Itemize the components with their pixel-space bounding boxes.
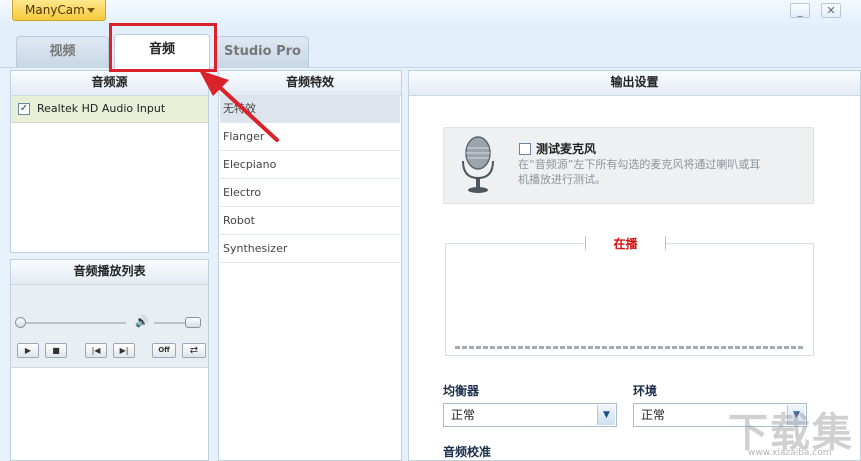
live-box-border-right [666, 243, 814, 244]
tab-video[interactable]: 视频 [16, 36, 109, 68]
annotation-arrow-icon [199, 70, 279, 142]
equalizer-value: 正常 [451, 408, 476, 422]
mic-test-description: 在“音频源”左下所有勾选的麦克风将通过喇叭或耳 机播放进行测试。 [518, 157, 808, 187]
audio-source-label: Realtek HD Audio Input [37, 102, 166, 115]
live-label: 在播 [613, 237, 638, 251]
output-settings-header: 输出设置 [409, 71, 860, 96]
environment-label: 环境 [633, 384, 658, 398]
stop-icon[interactable]: ■ [45, 343, 67, 358]
audio-source-item[interactable]: ✓ Realtek HD Audio Input [11, 96, 208, 123]
chevron-down-icon [87, 8, 95, 13]
effect-item-elecpiano[interactable]: Elecpiano [220, 151, 400, 179]
live-tick-right [665, 236, 666, 250]
loop-off-button[interactable]: Off [152, 343, 176, 358]
previous-icon[interactable]: |◀ [85, 343, 107, 358]
audio-source-header: 音频源 [11, 71, 208, 96]
calibration-label: 音频校准 [443, 445, 492, 459]
effect-item-robot[interactable]: Robot [220, 207, 400, 235]
mic-test-checkbox[interactable] [519, 143, 531, 155]
chevron-down-icon: ▼ [597, 405, 615, 425]
volume-slider-handle[interactable] [185, 317, 201, 328]
player-controls-area [11, 285, 208, 368]
effect-item-synthesizer[interactable]: Synthesizer [220, 235, 400, 263]
tab-studio-pro[interactable]: Studio Pro [216, 36, 309, 68]
environment-value: 正常 [641, 408, 666, 422]
live-box-border-left [445, 243, 585, 244]
volume-icon: 🔊 [135, 315, 149, 328]
equalizer-label: 均衡器 [443, 384, 480, 398]
app-menu-button[interactable]: ManyCam [12, 0, 106, 21]
seek-slider-handle[interactable] [15, 317, 26, 328]
mic-test-desc-line-2: 机播放进行测试。 [518, 173, 606, 186]
seek-slider-track[interactable] [18, 322, 126, 324]
app-menu-label: ManyCam [25, 3, 85, 17]
audio-source-panel: 音频源 ✓ Realtek HD Audio Input [10, 70, 209, 253]
live-monitor-box [445, 243, 814, 356]
shuffle-icon[interactable]: ⇄ [182, 343, 206, 358]
close-button[interactable]: ✕ [821, 3, 841, 18]
effect-item-electro[interactable]: Electro [220, 179, 400, 207]
microphone-icon [462, 136, 494, 193]
annotation-highlight-box [109, 23, 217, 72]
audio-level-meter [455, 346, 805, 349]
checkbox-checked-icon[interactable]: ✓ [18, 103, 30, 115]
minimize-button[interactable]: _ [790, 3, 810, 18]
watermark-url: www.xiazaiba.com [748, 448, 832, 458]
mic-test-desc-line-1: 在“音频源”左下所有勾选的麦克风将通过喇叭或耳 [518, 158, 761, 171]
play-icon[interactable]: ▶ [17, 343, 39, 358]
next-icon[interactable]: ▶| [113, 343, 135, 358]
audio-playlist-header: 音频播放列表 [11, 260, 208, 285]
mic-test-label: 测试麦克风 [536, 142, 597, 156]
loop-off-label: Off [158, 346, 170, 354]
audio-playlist-panel: 音频播放列表 [10, 259, 209, 461]
equalizer-select[interactable]: 正常 ▼ [443, 403, 617, 427]
